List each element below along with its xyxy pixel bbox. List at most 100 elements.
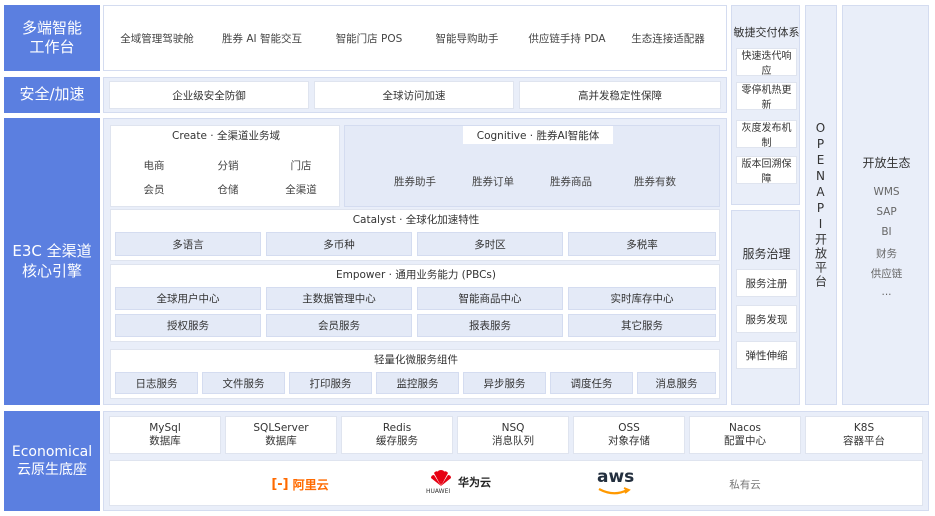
catalyst-item-1: 多币种 xyxy=(266,232,412,256)
ecosystem-panel: 开放生态 WMS SAP BI 财务 供应链 ... xyxy=(842,5,929,405)
catalyst-item-0: 多语言 xyxy=(115,232,261,256)
empower-item-2: 智能商品中心 xyxy=(417,287,563,310)
cloud-strip: [-] 阿里云 HUAWEI 华为云 aws 私有云 xyxy=(109,460,923,506)
micro-item-0: 日志服务 xyxy=(115,372,198,394)
infra-name-3: NSQ xyxy=(501,422,525,434)
infra-name-4: OSS xyxy=(618,422,640,434)
infra-desc-6: 容器平台 xyxy=(843,435,885,447)
core-engine-label: E3C 全渠道 核心引擎 xyxy=(4,118,100,405)
micro-item-6: 消息服务 xyxy=(637,372,716,394)
create-item-4: 仓储 xyxy=(217,184,239,196)
empower-box: Empower · 通用业务能力 (PBCs) 全球用户中心 主数据管理中心 智… xyxy=(110,264,720,342)
ecosystem-item-3: 财务 xyxy=(876,248,897,260)
openapi-panel: OPENAPI开放平台 xyxy=(805,5,837,405)
agile-title: 敏捷交付体系 xyxy=(733,26,800,39)
create-title: Create · 全渠道业务域 xyxy=(151,126,301,144)
infra-desc-2: 缓存服务 xyxy=(376,435,418,447)
agile-item-0: 快速迭代响应 xyxy=(736,48,797,77)
agile-item-3: 版本回溯保障 xyxy=(736,156,797,185)
multi-item-1: 胜券 AI 智能交互 xyxy=(222,33,302,45)
agile-item-2: 灰度发布机制 xyxy=(736,120,797,149)
infra-desc-4: 对象存储 xyxy=(608,435,650,447)
governance-item-0: 服务注册 xyxy=(736,269,797,297)
ecosystem-item-4: 供应链 xyxy=(870,268,903,280)
empower-item-3: 实时库存中心 xyxy=(568,287,716,310)
infra-desc-0: 数据库 xyxy=(149,435,181,447)
ecosystem-item-1: SAP xyxy=(876,206,897,218)
multi-item-4: 供应链手持 PDA xyxy=(528,33,606,45)
infra-desc-3: 消息队列 xyxy=(492,435,534,447)
infra-name-1: SQLServer xyxy=(253,422,309,434)
cognitive-box: Cognitive · 胜券AI智能体 胜券助手 胜券订单 胜券商品 胜券有数 xyxy=(344,125,720,207)
empower-item-4: 授权服务 xyxy=(115,314,261,337)
aws-smile-icon xyxy=(598,487,631,495)
infra-name-0: MySql xyxy=(149,422,181,434)
micro-item-3: 监控服务 xyxy=(376,372,459,394)
cognitive-item-1: 胜券订单 xyxy=(472,176,514,188)
ecosystem-item-0: WMS xyxy=(873,186,900,198)
governance-panel: 服务治理 服务注册 服务发现 弹性伸缩 xyxy=(731,210,800,405)
infra-name-6: K8S xyxy=(853,422,875,434)
ecosystem-item-5: ... xyxy=(881,286,892,298)
infra-item-2: Redis 缓存服务 xyxy=(341,416,453,454)
micro-item-5: 调度任务 xyxy=(550,372,633,394)
create-item-2: 门店 xyxy=(290,160,312,172)
huawei-icon xyxy=(431,470,451,486)
security-label: 安全/加速 xyxy=(4,77,100,113)
infra-desc-5: 配置中心 xyxy=(724,435,766,447)
empower-title: Empower · 通用业务能力 (PBCs) xyxy=(326,265,506,283)
catalyst-box: Catalyst · 全球化加速特性 多语言 多币种 多时区 多税率 xyxy=(110,209,720,261)
multi-item-0: 全域管理驾驶舱 xyxy=(120,33,194,45)
micro-box: 轻量化微服务组件 日志服务 文件服务 打印服务 监控服务 异步服务 调度任务 消… xyxy=(110,349,720,399)
multi-item-5: 生态连接适配器 xyxy=(631,33,705,45)
create-item-1: 分销 xyxy=(217,160,239,172)
infra-item-3: NSQ 消息队列 xyxy=(457,416,569,454)
infra-item-6: K8S 容器平台 xyxy=(805,416,923,454)
multi-terminal-label: 多端智能 工作台 xyxy=(4,5,100,71)
core-engine-panel: Create · 全渠道业务域 电商 分销 门店 会员 仓储 全渠道 Cogni… xyxy=(103,118,727,405)
micro-item-4: 异步服务 xyxy=(463,372,546,394)
infra-desc-1: 数据库 xyxy=(265,435,297,447)
micro-item-2: 打印服务 xyxy=(289,372,372,394)
governance-title: 服务治理 xyxy=(742,247,791,261)
cognitive-item-3: 胜券有数 xyxy=(634,176,676,188)
agile-panel: 敏捷交付体系 快速迭代响应 零停机热更新 灰度发布机制 版本回溯保障 xyxy=(731,5,800,205)
aws-logo: aws xyxy=(595,467,635,499)
create-box: Create · 全渠道业务域 电商 分销 门店 会员 仓储 全渠道 xyxy=(110,125,340,207)
ecosystem-title: 开放生态 xyxy=(862,156,911,170)
multi-item-2: 智能门店 POS xyxy=(335,33,403,45)
create-item-5: 全渠道 xyxy=(285,184,317,196)
empower-item-6: 报表服务 xyxy=(417,314,563,337)
economical-label: Economical 云原生底座 xyxy=(4,411,100,511)
cognitive-item-0: 胜券助手 xyxy=(394,176,436,188)
agile-item-1: 零停机热更新 xyxy=(736,82,797,111)
economical-panel: MySql 数据库 SQLServer 数据库 Redis 缓存服务 NSQ 消… xyxy=(103,411,929,511)
micro-title: 轻量化微服务组件 xyxy=(356,350,476,368)
huawei-sub: HUAWEI xyxy=(426,488,451,495)
security-panel: 企业级安全防御 全球访问加速 高并发稳定性保障 xyxy=(103,77,727,113)
infra-item-5: Nacos 配置中心 xyxy=(689,416,801,454)
private-cloud: 私有云 xyxy=(729,479,761,491)
governance-item-2: 弹性伸缩 xyxy=(736,341,797,369)
empower-item-7: 其它服务 xyxy=(568,314,716,337)
create-item-0: 电商 xyxy=(143,160,165,172)
catalyst-item-3: 多税率 xyxy=(568,232,716,256)
ecosystem-item-2: BI xyxy=(881,226,892,238)
openapi-text: OPENAPI开放平台 xyxy=(813,121,828,289)
micro-item-1: 文件服务 xyxy=(202,372,285,394)
security-item-0: 企业级安全防御 xyxy=(109,81,309,109)
multi-item-3: 智能导购助手 xyxy=(435,33,499,45)
infra-name-5: Nacos xyxy=(729,422,761,434)
cognitive-title: Cognitive · 胜券AI智能体 xyxy=(463,126,613,144)
empower-item-1: 主数据管理中心 xyxy=(266,287,412,310)
infra-item-4: OSS 对象存储 xyxy=(573,416,685,454)
infra-item-0: MySql 数据库 xyxy=(109,416,221,454)
huawei-text: 华为云 xyxy=(458,476,491,489)
aliyun-icon: [-] xyxy=(271,476,289,492)
infra-name-2: Redis xyxy=(382,422,412,434)
security-item-2: 高并发稳定性保障 xyxy=(519,81,721,109)
cognitive-item-2: 胜券商品 xyxy=(550,176,592,188)
security-item-1: 全球访问加速 xyxy=(314,81,514,109)
aliyun-logo: [-] 阿里云 xyxy=(260,475,340,493)
governance-item-1: 服务发现 xyxy=(736,305,797,333)
